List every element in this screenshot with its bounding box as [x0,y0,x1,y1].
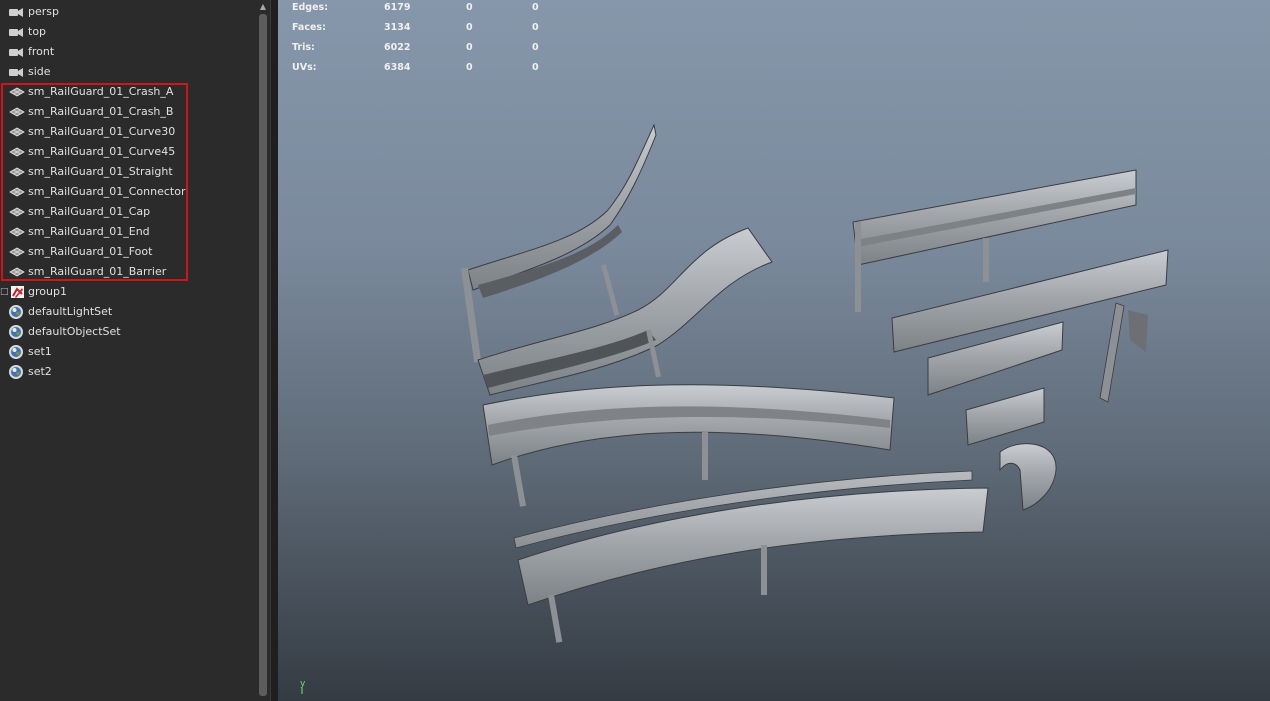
outliner-item-label: set2 [28,365,52,378]
outliner-item-label: sm_RailGuard_01_Connector [28,185,186,198]
outliner-item-set1[interactable]: set1 [0,342,256,362]
railguard-foot-mesh [1099,302,1148,403]
outliner-item-label: sm_RailGuard_01_Curve30 [28,125,176,138]
scroll-up-arrow-icon[interactable]: ▲ [258,2,268,12]
outliner-item-front[interactable]: front [0,42,256,62]
hud-value: 0 [532,62,539,73]
scroll-thumb[interactable] [259,14,267,696]
hud-value: 0 [466,2,473,13]
outliner-item-default-light-set[interactable]: defaultLightSet [0,302,256,322]
group-icon [11,286,24,298]
hud-value: 0 [466,42,473,53]
hud-value: 6384 [384,62,411,73]
outliner-item-crash-a[interactable]: sm_RailGuard_01_Crash_A [0,82,256,102]
outliner-item-persp[interactable]: persp [0,2,256,22]
camera-icon [9,48,23,57]
outliner-item-foot[interactable]: sm_RailGuard_01_Foot [0,242,256,262]
outliner-item-crash-b[interactable]: sm_RailGuard_01_Crash_B [0,102,256,122]
mesh-icon [9,187,25,197]
railguard-curve45-mesh [513,470,989,643]
outliner-item-label: top [28,25,47,38]
hud-value: 0 [466,22,473,33]
mesh-icon [9,247,25,257]
outliner-item-straight[interactable]: sm_RailGuard_01_Straight [0,162,256,182]
outliner-item-set2[interactable]: set2 [0,362,256,382]
outliner-list: persp top front side sm_RailGuard_01_Cra… [0,2,256,382]
outliner-item-label: sm_RailGuard_01_Curve45 [28,145,176,158]
set-icon [9,305,23,319]
hud-label: Tris: [292,42,315,53]
outliner-item-label: front [28,45,55,58]
outliner-item-label: sm_RailGuard_01_Cap [28,205,151,218]
outliner-item-label: defaultLightSet [28,305,113,318]
mesh-icon [9,267,25,277]
scene-render [461,123,1169,643]
hud-value: 0 [532,22,539,33]
outliner-item-connector[interactable]: sm_RailGuard_01_Connector [0,182,256,202]
camera-icon [9,68,23,77]
outliner-item-default-object-set[interactable]: defaultObjectSet [0,322,256,342]
outliner-item-label: sm_RailGuard_01_Crash_B [28,105,174,118]
mesh-icon [9,107,25,117]
set-icon [9,345,23,359]
hud-label: UVs: [292,62,317,73]
hud-value: 6022 [384,42,411,53]
outliner-item-end[interactable]: sm_RailGuard_01_End [0,222,256,242]
mesh-icon [9,227,25,237]
hud-value: 0 [532,2,539,13]
outliner-item-top[interactable]: top [0,22,256,42]
outliner-item-label: side [28,65,51,78]
camera-icon [9,8,23,17]
railguard-barrier-mesh [999,443,1057,511]
outliner-item-label: set1 [28,345,52,358]
hud-value: 0 [532,42,539,53]
mesh-icon [9,207,25,217]
set-icon [9,365,23,379]
outliner-item-curve45[interactable]: sm_RailGuard_01_Curve45 [0,142,256,162]
hud-label: Edges: [292,2,328,13]
outliner-item-cap[interactable]: sm_RailGuard_01_Cap [0,202,256,222]
outliner-item-label: group1 [28,285,67,298]
railguard-end-mesh [965,387,1045,446]
outliner-panel: persp top front side sm_RailGuard_01_Cra… [0,0,270,701]
outliner-item-curve30[interactable]: sm_RailGuard_01_Curve30 [0,122,256,142]
outliner-item-label: defaultObjectSet [28,325,121,338]
outliner-item-label: sm_RailGuard_01_Straight [28,165,173,178]
mesh-icon [9,127,25,137]
mesh-icon [9,87,25,97]
hud-label: Faces: [292,22,326,33]
outliner-item-label: sm_RailGuard_01_Barrier [28,265,167,278]
expand-toggle[interactable]: □ [0,282,9,302]
mesh-icon [9,147,25,157]
axis-label: y [300,679,306,689]
3d-viewport[interactable]: Edges: 6179 0 0 Faces: 3134 0 0 Tris: 60… [278,0,1270,701]
outliner-scrollbar[interactable]: ▲ [258,0,268,701]
outliner-item-label: sm_RailGuard_01_End [28,225,150,238]
set-icon [9,325,23,339]
outliner-item-group1[interactable]: □ group1 [0,282,256,302]
outliner-item-label: persp [28,5,59,18]
outliner-item-label: sm_RailGuard_01_Crash_A [28,85,174,98]
outliner-item-barrier[interactable]: sm_RailGuard_01_Barrier [0,262,256,282]
camera-icon [9,28,23,37]
hud-value: 0 [466,62,473,73]
mesh-icon [9,167,25,177]
hud-value: 3134 [384,22,411,33]
hud-value: 6179 [384,2,411,13]
outliner-item-label: sm_RailGuard_01_Foot [28,245,153,258]
outliner-item-side[interactable]: side [0,62,256,82]
